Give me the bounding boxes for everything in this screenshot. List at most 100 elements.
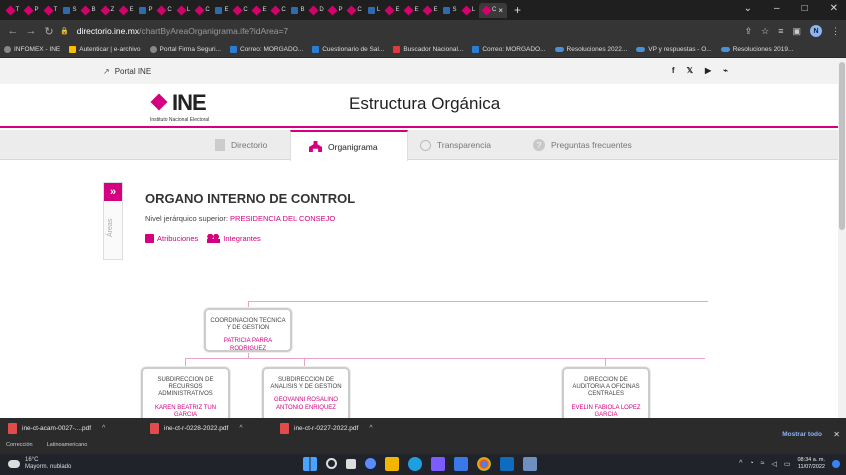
star-icon[interactable]: ☆ — [761, 26, 769, 37]
close-window-button[interactable]: ✕ — [830, 3, 838, 14]
org-node-auditoria[interactable]: DIRECCION DE AUDITORIA A OFICINAS CENTRA… — [562, 367, 650, 418]
tab-close-icon[interactable]: × — [498, 6, 503, 15]
download-item[interactable]: ine-ct-acam-0027-....pdf ^ — [8, 423, 105, 434]
browser-tab[interactable]: E — [384, 3, 402, 18]
tab-organigrama[interactable]: Organigrama — [290, 130, 408, 161]
browser-tab[interactable]: E — [213, 3, 231, 18]
sidebar-icon[interactable]: ▣ — [792, 26, 801, 37]
bookmark-item[interactable]: Resoluciones 2022... — [554, 46, 627, 53]
task-view-icon[interactable] — [346, 459, 356, 469]
facebook-icon[interactable]: f — [672, 66, 675, 75]
download-item[interactable]: ine-ct-r-0228-2022.pdf ^ — [150, 423, 243, 434]
browser-tab[interactable]: C × — [479, 2, 507, 18]
close-downloads-button[interactable]: ✕ — [833, 430, 840, 439]
bookmark-item[interactable]: INFOMEX - INE — [4, 46, 60, 53]
wifi-icon[interactable]: ≈ — [761, 460, 765, 467]
browser-tab[interactable]: P — [137, 3, 155, 18]
profile-avatar[interactable]: N — [810, 25, 822, 37]
share-icon[interactable]: ⇪ — [745, 26, 753, 37]
superior-level-link[interactable]: PRESIDENCIA DEL CONSEJO — [230, 214, 335, 223]
search-icon[interactable] — [326, 458, 337, 469]
browser-tab[interactable]: S — [61, 3, 79, 18]
browser-tab[interactable]: P — [23, 3, 41, 18]
org-node-person[interactable]: EVELIN FABIOLA LOPEZ GARCIA — [564, 405, 648, 418]
network-icon[interactable]: ◔ — [749, 460, 753, 467]
outlook-icon[interactable] — [500, 457, 514, 471]
battery-icon[interactable]: ▭ — [784, 460, 791, 468]
ine-logo[interactable]: INE Instituto Nacional Electoral — [150, 90, 240, 123]
bookmark-item[interactable]: Correo: MORGADO... — [472, 46, 546, 53]
app-icon[interactable] — [523, 457, 537, 471]
menu-icon[interactable]: ⋮ — [831, 26, 840, 37]
lock-icon[interactable]: 🔒 — [60, 27, 69, 35]
tab-transparencia[interactable]: Transparencia — [408, 130, 491, 160]
notification-icon[interactable] — [832, 459, 840, 468]
maximize-button[interactable]: □ — [802, 3, 808, 14]
browser-tab[interactable]: Z — [99, 3, 117, 18]
youtube-icon[interactable]: ▶ — [705, 66, 711, 75]
browser-tab[interactable]: D — [308, 3, 326, 18]
areas-expand-button[interactable]: » — [104, 183, 122, 201]
browser-tab[interactable]: B — [289, 3, 307, 18]
chevron-up-icon[interactable]: ^ — [369, 425, 372, 432]
reload-icon[interactable]: ↻ — [42, 25, 56, 38]
browser-tab[interactable]: C — [194, 3, 212, 18]
browser-tab[interactable]: L — [175, 3, 193, 18]
chevron-up-icon[interactable]: ^ — [102, 425, 105, 432]
thumbnail-label[interactable]: Corrección — [6, 442, 33, 448]
twitter-icon[interactable]: 𝕏 — [687, 66, 693, 75]
bookmark-item[interactable]: Portal Firma Seguri... — [149, 46, 221, 53]
integrantes-link[interactable]: Integrantes — [207, 234, 261, 243]
bookmark-item[interactable]: Autenticar | e-archivo — [69, 46, 141, 53]
browser-tab[interactable]: E — [251, 3, 269, 18]
bookmark-item[interactable]: Correo: MORGADO... — [229, 46, 303, 53]
url-field[interactable]: directorio.ine.mx/chartByAreaOrganigrama… — [77, 26, 745, 36]
new-tab-button[interactable]: + — [514, 3, 521, 17]
chrome-icon[interactable] — [477, 457, 491, 471]
weather-widget[interactable]: 16°C Mayorm. nublado — [8, 457, 71, 470]
volume-icon[interactable]: ◁ — [771, 460, 776, 468]
browser-tab[interactable]: L — [365, 3, 383, 18]
teams-icon[interactable] — [431, 457, 445, 471]
windows-start-icon[interactable] — [303, 457, 317, 471]
browser-tab[interactable]: E — [118, 3, 136, 18]
browser-tab[interactable]: L — [460, 3, 478, 18]
download-item[interactable]: ine-ct-r-0227-2022.pdf ^ — [280, 423, 373, 434]
show-all-downloads-button[interactable]: Mostrar todo — [782, 431, 822, 438]
org-node-analisis[interactable]: SUBDIRECCION DE ANALISIS Y DE GESTION GE… — [262, 367, 350, 418]
browser-tab[interactable]: E — [422, 3, 440, 18]
org-node-person[interactable]: KAREN BEATRIZ TUN GARCIA — [143, 405, 228, 418]
back-arrow-icon[interactable]: ← — [6, 25, 20, 37]
tab-directorio[interactable]: Directorio — [203, 130, 267, 160]
reading-list-icon[interactable]: ≡ — [778, 26, 783, 36]
bookmark-item[interactable]: Cuestionario de Sal... — [312, 46, 384, 53]
browser-tab[interactable]: E — [403, 3, 421, 18]
tab-search-icon[interactable]: ⌄ — [744, 3, 752, 14]
org-node-person[interactable]: PATRICIA PARRA RODRIGUEZ — [206, 338, 290, 352]
bookmark-item[interactable]: VP y respuestas - O... — [636, 46, 712, 53]
browser-tab[interactable]: C — [346, 3, 364, 18]
browser-tab[interactable]: P — [327, 3, 345, 18]
org-node-coordinacion[interactable]: COORDINACION TECNICA Y DE GESTION PATRIC… — [204, 308, 292, 352]
rss-icon[interactable]: ⌁ — [723, 66, 728, 75]
browser-tab[interactable]: C — [232, 3, 250, 18]
org-node-recursos[interactable]: SUBDIRECCION DE RECURSOS ADMINISTRATIVOS… — [141, 367, 230, 418]
edge-icon[interactable] — [408, 457, 422, 471]
browser-tab[interactable]: C — [270, 3, 288, 18]
browser-tab[interactable]: C — [156, 3, 174, 18]
portal-ine-link[interactable]: ↗ Portal INE — [103, 67, 151, 76]
teams-chat-icon[interactable] — [365, 458, 376, 469]
chevron-up-icon[interactable]: ^ — [239, 425, 242, 432]
thumbnail-label[interactable]: Latinoamericano — [47, 442, 88, 448]
tray-overflow-icon[interactable]: ^ — [739, 460, 742, 467]
bookmark-item[interactable]: Resoluciones 2019... — [720, 46, 793, 53]
clock[interactable]: 08:34 a. m. 11/07/2022 — [797, 457, 825, 470]
forward-arrow-icon[interactable]: → — [24, 25, 38, 37]
org-node-person[interactable]: GEOVANNI ROSALINO ANTONIO ENRIQUEZ — [264, 397, 348, 411]
browser-tab[interactable]: S — [441, 3, 459, 18]
store-icon[interactable] — [454, 457, 468, 471]
browser-tab[interactable]: B — [80, 3, 98, 18]
scrollbar-thumb[interactable] — [839, 62, 845, 230]
atribuciones-link[interactable]: Atribuciones — [145, 234, 198, 243]
browser-tab[interactable]: T — [42, 3, 60, 18]
